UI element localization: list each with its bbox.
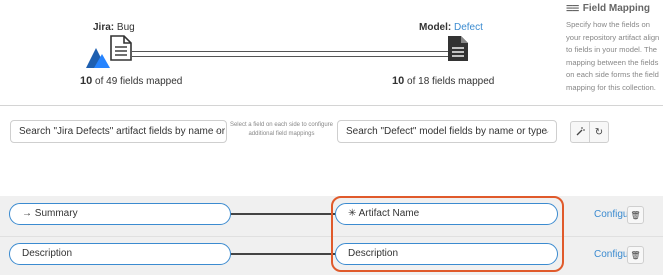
right-mapped-count: 10 of 18 fields mapped — [392, 75, 495, 87]
refresh-icon: ↻ — [594, 126, 604, 138]
left-mapped-count: 10 of 49 fields mapped — [80, 75, 183, 87]
source-field-description[interactable]: Description — [9, 243, 231, 265]
search-hint: Select a field on each side to configure… — [229, 122, 334, 137]
lines-icon: ☰☰ — [566, 4, 579, 13]
document-icon — [110, 35, 132, 61]
divider — [0, 105, 663, 106]
chevron-down-icon[interactable]: ⌄ — [544, 127, 550, 135]
document-icon — [448, 36, 468, 61]
mapping-link-line — [132, 51, 448, 57]
mapping-connector — [231, 213, 335, 215]
arrow-icon: → — [22, 208, 32, 219]
delete-mapping-button[interactable]: 🗑 — [627, 246, 644, 264]
model-field-search[interactable]: Search "Defect" model fields by name or … — [337, 120, 557, 143]
source-field-summary[interactable]: → Summary — [9, 203, 231, 225]
wand-icon — [576, 127, 585, 136]
auto-map-button[interactable] — [570, 121, 590, 143]
jira-source-title: Jira: Bug — [93, 22, 135, 33]
field-mapping-screen: Jira: Bug Model: Defect 10 of 49 fields … — [0, 0, 663, 275]
artifact-field-search[interactable]: Search "Jira Defects" artifact fields by… — [10, 120, 227, 143]
trash-icon: 🗑 — [630, 210, 641, 220]
chevron-down-icon[interactable]: ⌄ — [214, 127, 220, 135]
model-target-title: Model: Defect — [419, 22, 483, 33]
trash-icon: 🗑 — [630, 250, 641, 260]
highlight-callout — [331, 196, 564, 272]
field-mapping-heading: ☰☰ Field Mapping — [566, 3, 650, 14]
reset-button[interactable]: ↻ — [589, 121, 609, 143]
field-mapping-description: Specify how the fields on your repositor… — [566, 20, 660, 92]
artifact-field-search-text: Search "Jira Defects" artifact fields by… — [19, 126, 227, 137]
mapping-connector — [231, 253, 335, 255]
delete-mapping-button[interactable]: 🗑 — [627, 206, 644, 224]
model-field-search-text: Search "Defect" model fields by name or … — [346, 126, 548, 137]
